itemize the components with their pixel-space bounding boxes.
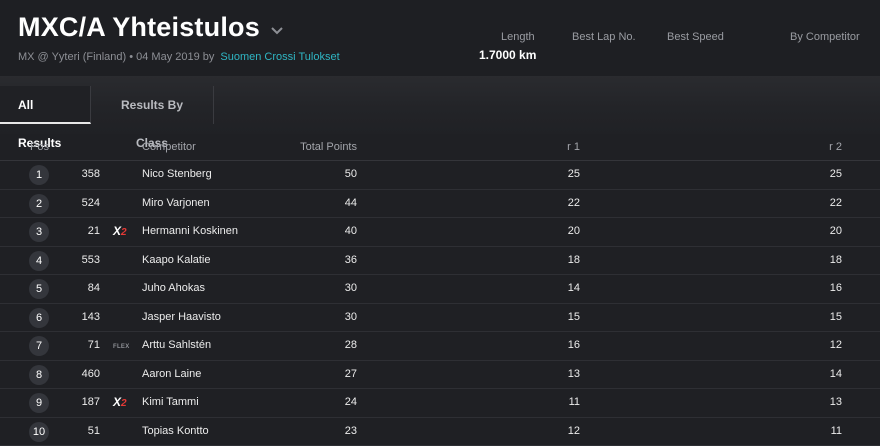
competitor-name[interactable]: Miro Varjonen bbox=[142, 190, 210, 217]
table-row[interactable]: 10 51 Topias Kontto 23 12 11 bbox=[0, 418, 880, 446]
race-2-points: 14 bbox=[800, 361, 842, 388]
table-header: Pos Competitor Total Points r 1 r 2 bbox=[0, 134, 880, 161]
col-r1[interactable]: r 1 bbox=[540, 134, 580, 160]
position-badge: 3 bbox=[29, 222, 49, 242]
race-number: 51 bbox=[72, 418, 100, 445]
event-header: MXC/A Yhteistulos MX @ Yyteri (Finland) … bbox=[0, 0, 880, 80]
competitor-name[interactable]: Juho Ahokas bbox=[142, 275, 205, 302]
brand-cell: FLEX bbox=[113, 332, 133, 361]
table-row[interactable]: 8 460 Aaron Laine 27 13 14 bbox=[0, 361, 880, 390]
competitor-name[interactable]: Jasper Haavisto bbox=[142, 304, 221, 331]
position-badge: 2 bbox=[29, 194, 49, 214]
race-2-points: 16 bbox=[800, 275, 842, 302]
race-number: 553 bbox=[72, 247, 100, 274]
race-number: 84 bbox=[72, 275, 100, 302]
race-2-points: 20 bbox=[800, 218, 842, 245]
position-badge: 8 bbox=[29, 365, 49, 385]
race-1-points: 15 bbox=[540, 304, 580, 331]
position-badge: 10 bbox=[29, 422, 49, 442]
race-1-points: 22 bbox=[540, 190, 580, 217]
competitor-name[interactable]: Kaapo Kalatie bbox=[142, 247, 211, 274]
competitor-name[interactable]: Aaron Laine bbox=[142, 361, 201, 388]
position-badge: 7 bbox=[29, 336, 49, 356]
race-1-points: 14 bbox=[540, 275, 580, 302]
best-speed-label[interactable]: Best Speed bbox=[667, 31, 724, 43]
position-badge: 4 bbox=[29, 251, 49, 271]
table-row[interactable]: 1 358 Nico Stenberg 50 25 25 bbox=[0, 161, 880, 190]
race-number: 460 bbox=[72, 361, 100, 388]
table-row[interactable]: 4 553 Kaapo Kalatie 36 18 18 bbox=[0, 247, 880, 276]
position-badge: 9 bbox=[29, 393, 49, 413]
results-table: Pos Competitor Total Points r 1 r 2 1358… bbox=[0, 134, 880, 446]
race-1-points: 16 bbox=[540, 332, 580, 359]
table-row[interactable]: 7 71 FLEX Arttu Sahlstén 28 16 12 bbox=[0, 332, 880, 361]
race-2-points: 12 bbox=[800, 332, 842, 359]
total-points: 50 bbox=[300, 161, 357, 188]
total-points: 40 bbox=[300, 218, 357, 245]
total-points: 36 bbox=[300, 247, 357, 274]
position-badge: 6 bbox=[29, 308, 49, 328]
total-points: 23 bbox=[300, 418, 357, 445]
total-points: 30 bbox=[300, 304, 357, 331]
tab-all-results[interactable]: All Results bbox=[0, 86, 91, 124]
race-number: 71 bbox=[72, 332, 100, 359]
race-2-points: 18 bbox=[800, 247, 842, 274]
race-number: 358 bbox=[72, 161, 100, 188]
chevron-down-icon[interactable] bbox=[270, 24, 284, 38]
tab-results-by-class[interactable]: Results By Class bbox=[91, 86, 214, 124]
total-points: 30 bbox=[300, 275, 357, 302]
table-row[interactable]: 9 187 X2 Kimi Tammi 24 11 13 bbox=[0, 389, 880, 418]
length-label: Length bbox=[501, 31, 535, 43]
race-1-points: 20 bbox=[540, 218, 580, 245]
race-1-points: 18 bbox=[540, 247, 580, 274]
race-number: 524 bbox=[72, 190, 100, 217]
best-lap-label[interactable]: Best Lap No. bbox=[572, 31, 636, 43]
race-1-points: 11 bbox=[540, 389, 580, 416]
position-badge: 5 bbox=[29, 279, 49, 299]
total-points: 24 bbox=[300, 389, 357, 416]
race-1-points: 25 bbox=[540, 161, 580, 188]
results-tabs: All Results Results By Class bbox=[0, 86, 214, 124]
brand-cell: X2 bbox=[113, 218, 133, 246]
race-number: 187 bbox=[72, 389, 100, 416]
race-2-points: 15 bbox=[800, 304, 842, 331]
event-title: MXC/A Yhteistulos bbox=[18, 12, 260, 43]
by-competitor-label[interactable]: By Competitor bbox=[790, 31, 860, 43]
table-row[interactable]: 3 21 X2 Hermanni Koskinen 40 20 20 bbox=[0, 218, 880, 247]
event-subtitle: MX @ Yyteri (Finland) • 04 May 2019 by Su… bbox=[18, 51, 340, 63]
organizer-link[interactable]: Suomen Crossi Tulokset bbox=[220, 51, 339, 63]
table-row[interactable]: 6 143 Jasper Haavisto 30 15 15 bbox=[0, 304, 880, 333]
brand-cell: X2 bbox=[113, 389, 133, 417]
table-row[interactable]: 5 84 Juho Ahokas 30 14 16 bbox=[0, 275, 880, 304]
race-2-points: 22 bbox=[800, 190, 842, 217]
col-competitor[interactable]: Competitor bbox=[142, 134, 196, 160]
race-1-points: 12 bbox=[540, 418, 580, 445]
event-location-date: MX @ Yyteri (Finland) • 04 May 2019 by bbox=[18, 51, 214, 63]
col-pos[interactable]: Pos bbox=[30, 134, 49, 160]
race-2-points: 11 bbox=[800, 418, 842, 445]
flex-logo-icon: FLEX bbox=[113, 344, 130, 350]
race-2-points: 25 bbox=[800, 161, 842, 188]
x2-logo-icon: X2 bbox=[113, 224, 127, 238]
total-points: 28 bbox=[300, 332, 357, 359]
total-points: 44 bbox=[300, 190, 357, 217]
col-r2[interactable]: r 2 bbox=[800, 134, 842, 160]
x2-logo-icon: X2 bbox=[113, 395, 127, 409]
race-2-points: 13 bbox=[800, 389, 842, 416]
competitor-name[interactable]: Topias Kontto bbox=[142, 418, 209, 445]
table-row[interactable]: 2 524 Miro Varjonen 44 22 22 bbox=[0, 190, 880, 219]
table-body: 1358Nico Stenberg5025252524Miro Varjonen… bbox=[0, 161, 880, 446]
total-points: 27 bbox=[300, 361, 357, 388]
title-row: MXC/A Yhteistulos bbox=[18, 12, 284, 43]
competitor-name[interactable]: Arttu Sahlstén bbox=[142, 332, 211, 359]
race-number: 21 bbox=[72, 218, 100, 245]
length-value: 1.7000 km bbox=[479, 48, 536, 62]
position-badge: 1 bbox=[29, 165, 49, 185]
col-total-points[interactable]: Total Points bbox=[300, 134, 357, 160]
competitor-name[interactable]: Hermanni Koskinen bbox=[142, 218, 238, 245]
race-1-points: 13 bbox=[540, 361, 580, 388]
competitor-name[interactable]: Kimi Tammi bbox=[142, 389, 199, 416]
competitor-name[interactable]: Nico Stenberg bbox=[142, 161, 212, 188]
race-number: 143 bbox=[72, 304, 100, 331]
